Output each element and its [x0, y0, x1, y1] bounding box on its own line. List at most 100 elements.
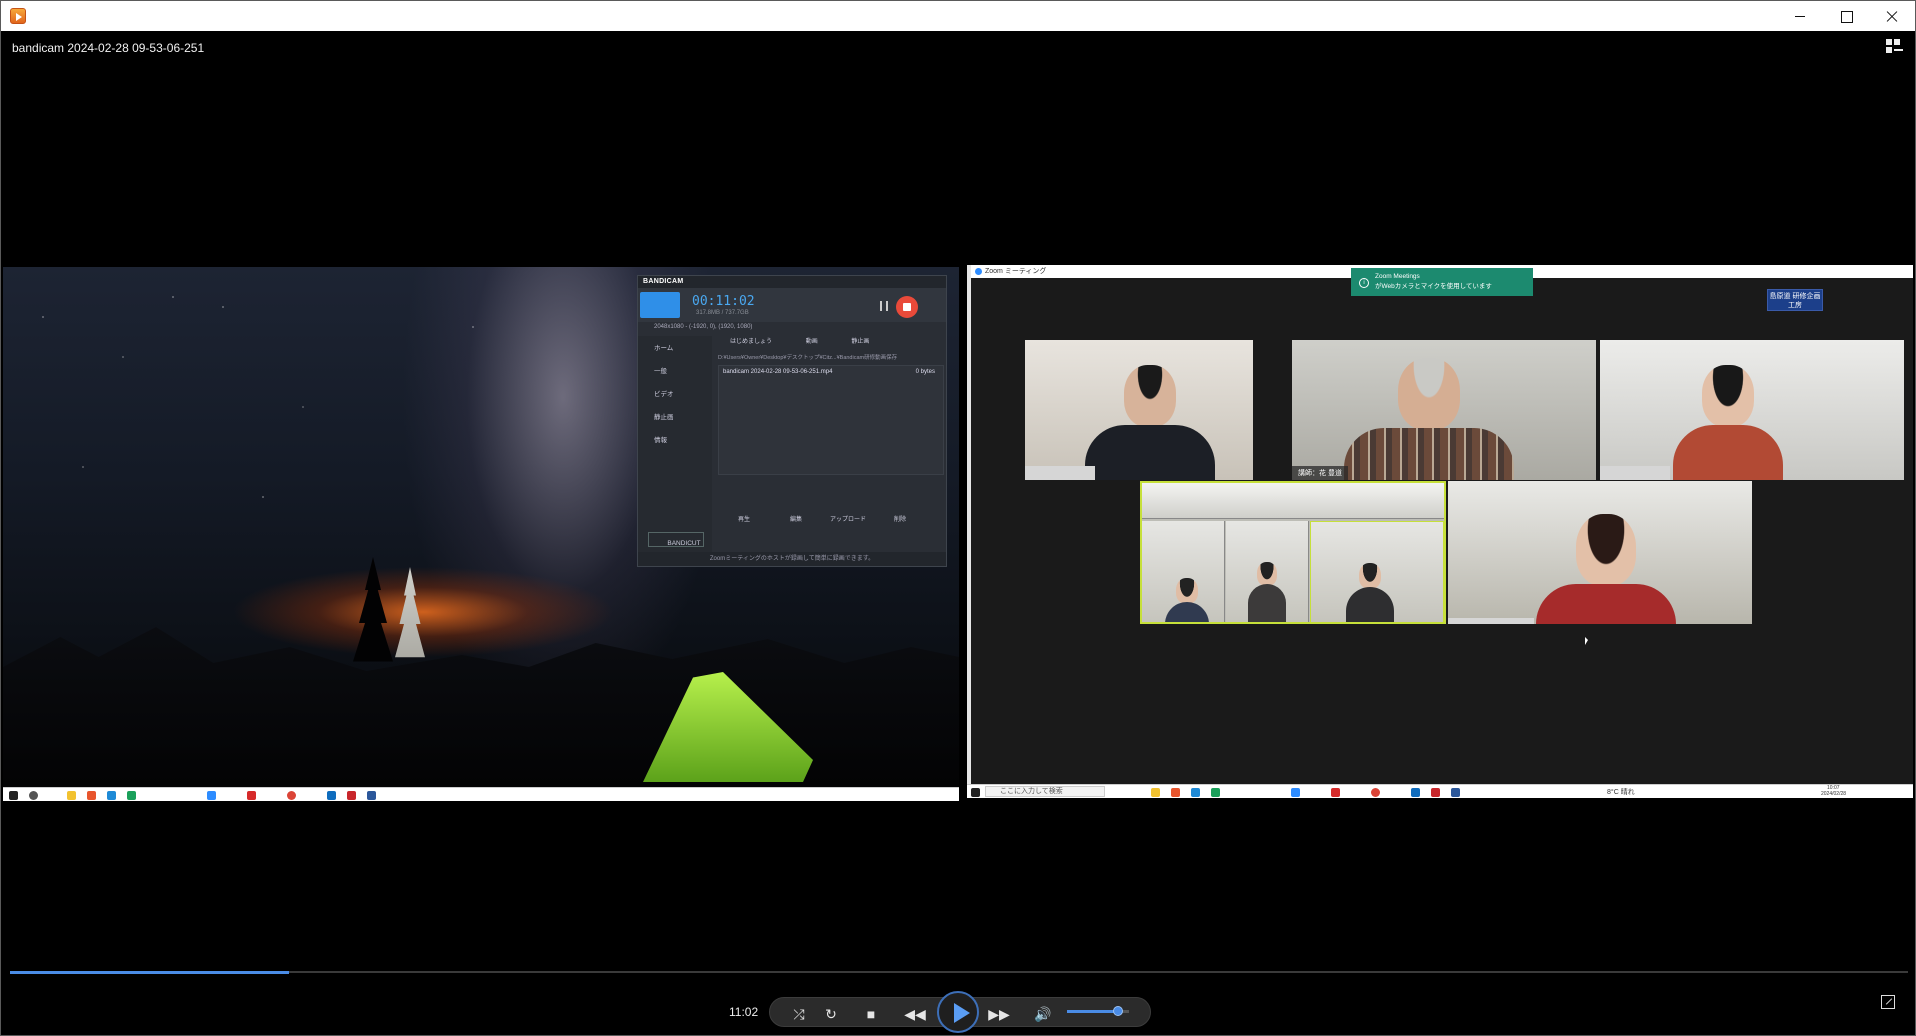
acrobat-icon[interactable]	[1431, 788, 1440, 797]
org-name-tag: 島原道 研修企画工房	[1767, 289, 1823, 311]
seek-progress	[10, 971, 289, 974]
upload-file-button[interactable]: アップロード	[822, 514, 874, 523]
bandicam-logo: BANDICAM	[643, 278, 684, 285]
tab-get-started[interactable]: はじめましょう	[730, 339, 772, 345]
participant-woman	[1536, 514, 1677, 624]
acrobat-icon[interactable]	[347, 791, 356, 800]
participant-name-hidden	[1448, 618, 1534, 624]
search-icon[interactable]	[29, 791, 38, 800]
stop-record-button[interactable]	[896, 296, 918, 318]
chrome-icon[interactable]	[1371, 788, 1380, 797]
participant-man-glasses	[1085, 365, 1216, 480]
outlook-icon[interactable]	[327, 791, 336, 800]
bandicut-button[interactable]: BANDICUT	[648, 532, 704, 547]
word-icon[interactable]	[367, 791, 376, 800]
stop-icon[interactable]: ■	[861, 1004, 881, 1024]
full-screen-icon[interactable]	[1881, 995, 1895, 1009]
tab-video[interactable]: 動画	[806, 339, 818, 345]
taskbar-search-box[interactable]: ここに入力して検索	[985, 786, 1105, 797]
volume-icon[interactable]: 🔊	[1033, 1004, 1053, 1024]
participant-name-hidden	[1025, 466, 1095, 480]
edge-icon[interactable]	[1211, 788, 1220, 797]
volume-slider[interactable]	[1067, 1006, 1129, 1016]
media-player-window: bandicam 2024-02-28 09-53-06-251 BANDICA…	[0, 0, 1916, 1036]
close-button[interactable]	[1869, 1, 1915, 31]
bandicam-toolbar: 00:11:02 317.8MB / 737.7GB	[638, 288, 946, 322]
skype-icon[interactable]	[1191, 788, 1200, 797]
bandicam-icon[interactable]	[1331, 788, 1340, 797]
volume-level	[1067, 1010, 1118, 1013]
file-size: 0 bytes	[915, 369, 935, 375]
camera-mic-notification[interactable]: Zoom Meetings がWebカメラとマイクを使用しています	[1351, 268, 1533, 296]
maximize-button[interactable]	[1823, 1, 1869, 31]
toast-title: Zoom Meetings	[1375, 273, 1420, 280]
weather-widget[interactable]: 8°C 晴れ	[1607, 787, 1635, 797]
sidebar-item-home[interactable]: ホーム	[638, 336, 712, 359]
output-path: D:¥Users¥Owner¥Desktop¥デスクトップ¥Citz...¥Ba…	[718, 355, 898, 361]
participant-name: 講師：花 豊道	[1292, 466, 1348, 480]
pause-icon[interactable]	[880, 301, 888, 311]
clock-date[interactable]: 2024/02/28	[1821, 791, 1846, 797]
skype-icon[interactable]	[107, 791, 116, 800]
room-view	[1226, 521, 1309, 622]
bandicam-footer: Zoomミーティングのホストが録画して簡単に録画できます。	[638, 552, 946, 566]
folder-icon[interactable]	[1151, 788, 1160, 797]
participant-video-tile[interactable]	[1025, 340, 1253, 480]
recording-size: 317.8MB / 737.7GB	[696, 310, 749, 316]
rewind-icon[interactable]: ◀◀	[903, 1004, 927, 1024]
seek-bar[interactable]	[10, 971, 1908, 974]
volume-knob[interactable]	[1112, 1006, 1123, 1016]
delete-file-button[interactable]: 削除	[874, 514, 926, 523]
media-player-app-icon	[10, 8, 26, 24]
room-view	[1142, 521, 1225, 622]
bandicam-tabs: はじめましょう 動画 静止画	[718, 336, 944, 350]
recording-timer: 00:11:02	[692, 294, 755, 309]
outlook-icon[interactable]	[1411, 788, 1420, 797]
windows-start-icon[interactable]	[9, 791, 18, 800]
bandicam-main: はじめましょう 動画 静止画 D:¥Users¥Owner¥Desktop¥デス…	[718, 336, 944, 552]
sidebar-item-video[interactable]: ビデオ	[638, 382, 712, 405]
tab-image[interactable]: 静止画	[851, 339, 869, 345]
toast-message: がWebカメラとマイクを使用しています	[1375, 283, 1492, 290]
sidebar-item-image[interactable]: 静止画	[638, 405, 712, 428]
edge-icon[interactable]	[127, 791, 136, 800]
file-list: bandicam 2024-02-28 09-53-06-251.mp4 0 b…	[718, 365, 944, 475]
participant-lecturer	[1343, 358, 1514, 480]
title-bar	[1, 1, 1915, 31]
edit-file-button[interactable]: 編集	[770, 514, 822, 523]
bandicam-icon[interactable]	[247, 791, 256, 800]
participant-video-tile[interactable]	[1600, 340, 1904, 480]
video-title: bandicam 2024-02-28 09-53-06-251	[12, 41, 205, 55]
participant-video-tile[interactable]	[1448, 481, 1752, 624]
firefox-icon[interactable]	[87, 791, 96, 800]
fast-forward-icon[interactable]: ▶▶	[987, 1004, 1011, 1024]
play-button[interactable]	[937, 991, 979, 1033]
zoom-icon[interactable]	[1291, 788, 1300, 797]
word-icon[interactable]	[1451, 788, 1460, 797]
repeat-icon[interactable]: ↻	[821, 1004, 841, 1024]
room-view	[1310, 521, 1444, 622]
participant-video-tile[interactable]: 講師：花 豊道	[1292, 340, 1596, 480]
screen-mode-button[interactable]	[640, 292, 680, 318]
taskbar-left-monitor	[3, 787, 959, 801]
bandicam-sidebar: ホーム 一般 ビデオ 静止画 情報 BANDICUT	[638, 336, 712, 552]
minimize-button[interactable]	[1777, 1, 1823, 31]
chrome-icon[interactable]	[287, 791, 296, 800]
folder-icon[interactable]	[67, 791, 76, 800]
sidebar-item-info[interactable]: 情報	[638, 428, 712, 451]
participant-video-tile-active[interactable]	[1140, 481, 1446, 624]
file-name[interactable]: bandicam 2024-02-28 09-53-06-251.mp4	[723, 369, 832, 375]
sidebar-item-general[interactable]: 一般	[638, 359, 712, 382]
desktop-wallpaper-left: BANDICAM 00:11:02 317.8MB / 737.7GB 2048…	[3, 267, 959, 787]
mini-player-icon[interactable]	[1886, 39, 1904, 55]
windows-start-icon[interactable]	[971, 788, 980, 797]
play-file-button[interactable]: 再生	[718, 514, 770, 523]
video-frame[interactable]: BANDICAM 00:11:02 317.8MB / 737.7GB 2048…	[3, 265, 1915, 806]
zoom-icon[interactable]	[207, 791, 216, 800]
room-overview	[1142, 483, 1444, 519]
shuffle-icon[interactable]: ⤮	[789, 1004, 809, 1024]
zoom-window: Zoom ミーティング Zoom Meetings がWebカメラとマイクを使用…	[967, 265, 1913, 784]
firefox-icon[interactable]	[1171, 788, 1180, 797]
file-actions: 再生 編集 アップロード 削除	[718, 514, 944, 526]
participant-name-hidden	[1600, 466, 1670, 480]
